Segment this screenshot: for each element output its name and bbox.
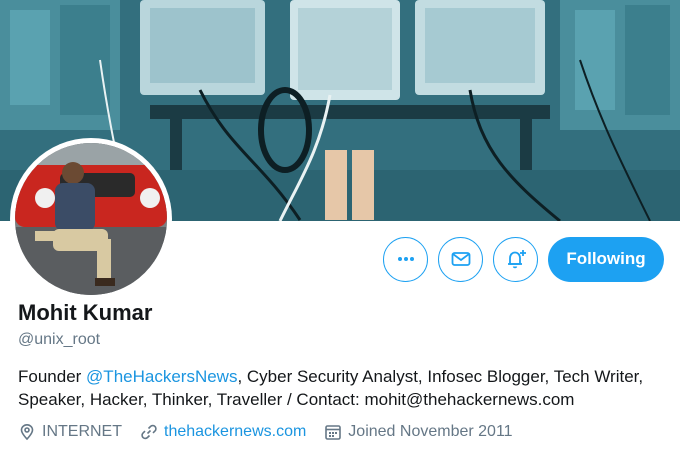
website-link[interactable]: thehackernews.com (164, 423, 306, 441)
notifications-button[interactable] (493, 236, 538, 282)
bio-mention-link[interactable]: @TheHackersNews (86, 367, 237, 386)
joined-text: Joined November 2011 (348, 423, 513, 440)
envelope-icon (451, 252, 470, 266)
bio-prefix: Founder (18, 367, 87, 386)
location-text: INTERNET (42, 423, 122, 440)
profile-name: Mohit Kumar (18, 300, 153, 325)
message-button[interactable] (438, 236, 483, 282)
more-icon (397, 257, 414, 261)
profile-bio: Founder @TheHackersNews, Cyber Security … (18, 365, 658, 411)
bio-line-2: Speaker, Hacker, Thinker, Traveller / Co… (18, 390, 575, 409)
profile-actions: Following (383, 236, 664, 282)
following-button[interactable]: Following (548, 236, 664, 282)
avatar-photo (15, 143, 167, 295)
profile-avatar[interactable] (10, 138, 172, 300)
profile-meta: INTERNET thehackernews.com Joined Novemb… (18, 423, 531, 441)
location-item: INTERNET (18, 423, 122, 441)
website-item: thehackernews.com (140, 423, 306, 441)
link-icon (141, 424, 157, 440)
more-button[interactable] (383, 236, 428, 282)
joined-item: Joined November 2011 (324, 423, 513, 441)
bell-plus-icon (507, 250, 526, 269)
calendar-icon (325, 425, 342, 440)
bio-line-1: Founder @TheHackersNews, Cyber Security … (18, 365, 658, 388)
profile-handle: @unix_root (18, 331, 101, 348)
location-pin-icon (20, 423, 34, 441)
bio-line1-rest: , Cyber Security Analyst, Infosec Blogge… (237, 367, 644, 386)
